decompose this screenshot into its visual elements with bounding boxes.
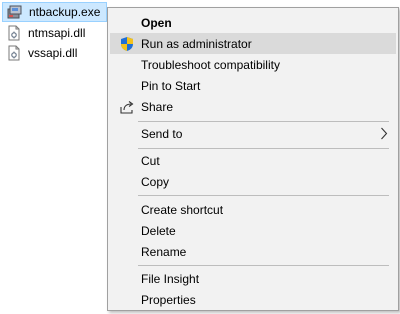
menu-separator xyxy=(138,148,389,149)
file-item-ntmsapi[interactable]: ntmsapi.dll xyxy=(2,23,91,43)
menu-item-delete[interactable]: Delete xyxy=(110,220,396,241)
share-icon xyxy=(119,99,135,115)
menu-item-label: Delete xyxy=(141,223,176,238)
menu-item-share[interactable]: Share xyxy=(110,96,396,117)
menu-item-copy[interactable]: Copy xyxy=(110,171,396,192)
menu-separator xyxy=(138,195,389,196)
menu-item-label: Cut xyxy=(141,153,160,168)
explorer-window: ntbackup.exe ntmsapi.dll vssapi.dll Open… xyxy=(0,0,400,314)
file-item-ntbackup[interactable]: ntbackup.exe xyxy=(2,2,108,22)
menu-item-pin-to-start[interactable]: Pin to Start xyxy=(110,75,396,96)
file-name: ntbackup.exe xyxy=(29,5,101,19)
context-menu: Open Run as administrator Troubleshoot c… xyxy=(107,7,399,311)
dll-file-icon xyxy=(6,45,22,61)
menu-item-run-as-administrator[interactable]: Run as administrator xyxy=(110,33,396,54)
menu-separator xyxy=(138,121,389,122)
file-name: vssapi.dll xyxy=(28,46,78,60)
chevron-right-icon xyxy=(380,127,388,140)
file-item-vssapi[interactable]: vssapi.dll xyxy=(2,43,83,63)
menu-item-label: Troubleshoot compatibility xyxy=(141,57,280,72)
executable-icon xyxy=(7,4,23,20)
menu-item-create-shortcut[interactable]: Create shortcut xyxy=(110,199,396,220)
menu-item-troubleshoot-compatibility[interactable]: Troubleshoot compatibility xyxy=(110,54,396,75)
menu-item-label: Share xyxy=(141,99,174,114)
menu-item-label: Properties xyxy=(141,292,196,307)
menu-item-send-to[interactable]: Send to xyxy=(110,123,396,144)
menu-item-label: Send to xyxy=(141,126,183,141)
menu-item-cut[interactable]: Cut xyxy=(110,150,396,171)
menu-separator xyxy=(138,265,389,266)
menu-item-open[interactable]: Open xyxy=(110,12,396,33)
file-name: ntmsapi.dll xyxy=(28,26,86,40)
menu-item-file-insight[interactable]: File Insight xyxy=(110,268,396,289)
menu-item-label: Open xyxy=(141,15,172,30)
menu-item-label: File Insight xyxy=(141,271,200,286)
menu-item-rename[interactable]: Rename xyxy=(110,241,396,262)
menu-item-properties[interactable]: Properties xyxy=(110,289,396,310)
menu-item-label: Rename xyxy=(141,244,187,259)
uac-shield-icon xyxy=(119,36,135,52)
menu-item-label: Copy xyxy=(141,174,170,189)
dll-file-icon xyxy=(6,25,22,41)
menu-item-label: Pin to Start xyxy=(141,78,201,93)
menu-item-label: Create shortcut xyxy=(141,202,224,217)
menu-item-label: Run as administrator xyxy=(141,36,252,51)
